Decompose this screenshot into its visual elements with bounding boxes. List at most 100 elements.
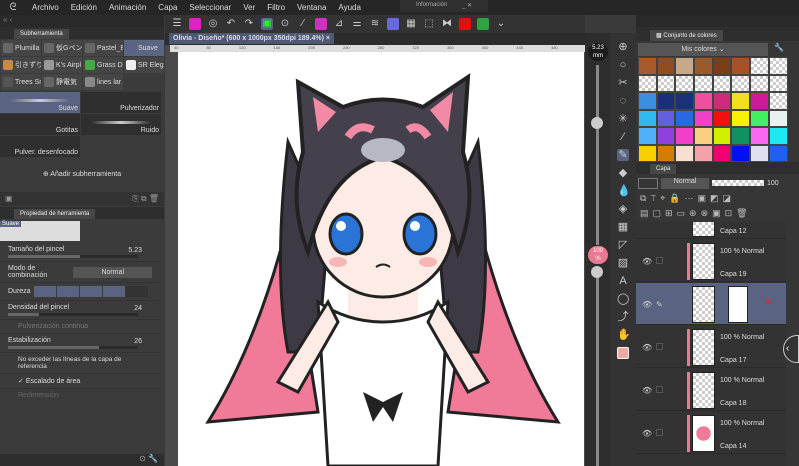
fill-icon[interactable]	[315, 18, 327, 30]
menu-ver[interactable]: Ver	[237, 3, 261, 12]
color-swatch[interactable]	[656, 57, 676, 75]
menu-animacion[interactable]: Animación	[103, 3, 152, 12]
close-icon[interactable]: ×	[326, 35, 330, 42]
color-swatch[interactable]	[750, 57, 769, 75]
eye-icon[interactable]: 👁	[642, 429, 652, 438]
color-set-select[interactable]: Mis colores ⌄	[638, 43, 768, 56]
tab-tool-property[interactable]: Propiedad de herramienta	[14, 209, 96, 219]
color-swatch[interactable]	[638, 57, 657, 75]
chevron-down-icon[interactable]: ⌄	[495, 18, 507, 30]
layer-row[interactable]: 👁 100 % Normal Capa 14	[636, 412, 786, 454]
brush-size-slider[interactable]: Tamaño del pincel 5.23	[0, 243, 160, 262]
checkbox[interactable]	[656, 343, 663, 350]
color-swatch[interactable]	[694, 109, 713, 127]
hand-icon[interactable]: ✋	[617, 329, 631, 341]
eye-icon[interactable]: 👁	[642, 257, 652, 266]
delete-icon[interactable]: ⎘ ⧉ 🗑	[132, 194, 159, 204]
color-swatch[interactable]	[656, 74, 676, 92]
color-swatch[interactable]	[694, 127, 713, 145]
blend-mode-select[interactable]: Normal	[73, 266, 152, 278]
color-swatch[interactable]	[675, 127, 695, 145]
flip-icon[interactable]: ⧓	[441, 18, 453, 30]
hardness-segment[interactable]	[57, 286, 79, 297]
subtool-item[interactable]: Plumilla	[1, 40, 41, 56]
move-tool-icon[interactable]: ✂	[617, 77, 629, 89]
preview-ruido[interactable]: Ruido	[81, 114, 161, 135]
color-swatch[interactable]	[768, 109, 788, 127]
layer-property-icons[interactable]: ⧉⊤⌖🔒⋯▣◩◪	[640, 193, 735, 204]
close-icon[interactable]: _ ✕	[462, 2, 472, 10]
checkbox[interactable]	[656, 257, 663, 264]
color-swatch[interactable]	[694, 74, 713, 92]
document-tab[interactable]: Olivia - Diseño* (600 x 1000px 350dpi 18…	[169, 33, 335, 44]
hardness-segment[interactable]	[34, 286, 56, 297]
preview-suave[interactable]: Suave	[0, 92, 80, 113]
correct-line-icon[interactable]: ⤴	[617, 311, 629, 323]
zoom-slider-track[interactable]	[596, 268, 599, 466]
color-swatch[interactable]	[675, 57, 695, 75]
color-swatch[interactable]	[712, 92, 732, 110]
new-canvas-icon[interactable]	[189, 18, 201, 30]
color-swatch[interactable]	[712, 144, 732, 162]
reference-layer-checkbox[interactable]: No exceder las líneas de la capa de refe…	[0, 353, 160, 374]
grid-icon[interactable]: ▦	[405, 18, 417, 30]
undo-icon[interactable]: ↶	[225, 18, 237, 30]
color-swatch[interactable]	[675, 92, 695, 110]
tab-subtool[interactable]: Subherramienta	[14, 29, 69, 39]
transform-icon[interactable]: ⬚	[423, 18, 435, 30]
subtool-item[interactable]: lines lar	[83, 74, 123, 90]
gradient-icon[interactable]: ▨	[617, 257, 629, 269]
area-scaling-checkbox[interactable]: ✓ Escalado de área	[0, 374, 160, 389]
layer-row[interactable]: 👁 100 % Normal Capa 19	[636, 240, 786, 282]
hardness-segment[interactable]	[126, 286, 148, 297]
text-tool-icon[interactable]: A	[617, 275, 629, 287]
color-swatch[interactable]	[712, 57, 732, 75]
eye-icon[interactable]: 👁	[642, 300, 652, 309]
checkbox[interactable]	[656, 429, 663, 436]
settings-sliders-icon[interactable]: ⚌	[351, 18, 363, 30]
menu-ventana[interactable]: Ventana	[291, 3, 332, 12]
resize-option[interactable]: Redimensión	[0, 389, 160, 402]
menu-edicion[interactable]: Edición	[65, 3, 103, 12]
color-swatch[interactable]	[731, 127, 751, 145]
add-subtool-button[interactable]: ⊕ Añadir subherramienta	[0, 170, 164, 178]
color-swatch[interactable]	[750, 92, 769, 110]
preview-pulver-desenfocado[interactable]: Pulver. desenfocado	[0, 136, 80, 157]
eye-icon[interactable]: 👁	[642, 386, 652, 395]
subtool-item[interactable]: 引きずり	[1, 57, 41, 73]
brush-size-slider-track[interactable]	[596, 65, 599, 245]
tab-color-set[interactable]: ▩ Conjunto de colores	[650, 30, 723, 41]
lasso-icon[interactable]: ◌	[617, 95, 629, 107]
circle-tool-icon[interactable]: ○	[617, 59, 629, 71]
subtool-item[interactable]: 静電気	[42, 74, 82, 90]
zoom-tool-icon[interactable]: ⊕	[617, 41, 629, 53]
color-swatch[interactable]	[656, 127, 676, 145]
color-swatch[interactable]	[638, 127, 657, 145]
mask-disabled-icon[interactable]: ✕	[764, 297, 772, 308]
color-swatch[interactable]	[675, 74, 695, 92]
color-swatch[interactable]	[731, 109, 751, 127]
subtool-item[interactable]: K's Airpl	[42, 57, 82, 73]
menu-icon[interactable]: ☰	[171, 18, 183, 30]
brush-size-slider-knob[interactable]	[591, 117, 603, 129]
property-footer-icons[interactable]: ⊙ 🔧	[0, 454, 164, 466]
color-swatch[interactable]	[731, 74, 751, 92]
color-swatch[interactable]	[768, 127, 788, 145]
ruler-tool-icon[interactable]: ◸	[617, 239, 629, 251]
color-swatch[interactable]	[750, 127, 769, 145]
menu-ayuda[interactable]: Ayuda	[332, 3, 367, 12]
color-swatch[interactable]	[712, 74, 732, 92]
color-swatch[interactable]	[638, 109, 657, 127]
color-swatch[interactable]	[750, 144, 769, 162]
settings-icon[interactable]: ▣	[5, 194, 13, 203]
wrench-icon[interactable]: 🔧	[774, 43, 784, 52]
app-logo-icon[interactable]: ᘓ	[0, 2, 26, 13]
menu-archivo[interactable]: Archivo	[26, 3, 65, 12]
layer-color-select[interactable]	[638, 177, 658, 189]
menu-seleccionar[interactable]: Seleccionar	[183, 3, 237, 12]
color-swatch[interactable]	[768, 57, 788, 75]
color-swatch[interactable]	[675, 109, 695, 127]
color-swatch[interactable]	[638, 144, 657, 162]
fill-tool-icon[interactable]: ◈	[617, 203, 629, 215]
subtool-item[interactable]: Suave	[124, 40, 164, 56]
